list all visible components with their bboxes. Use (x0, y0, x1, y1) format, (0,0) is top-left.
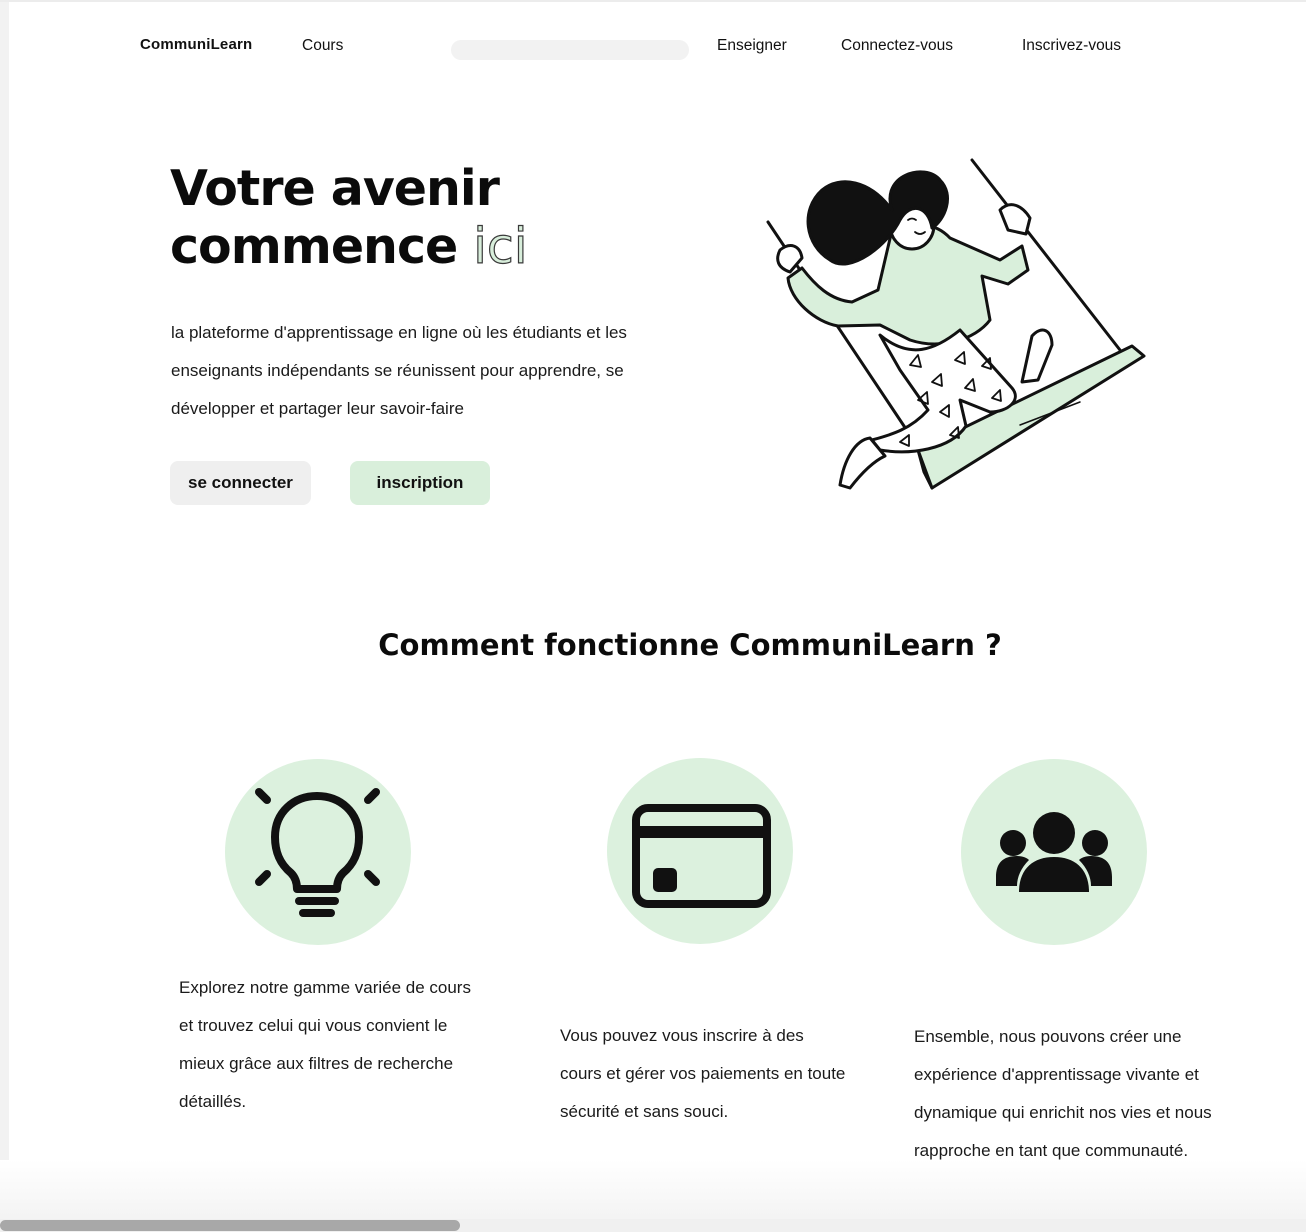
users-group-icon (996, 812, 1112, 892)
hero-title-accent: ici (473, 217, 528, 275)
search-input[interactable] (451, 40, 689, 60)
woman-on-swing-illustration (766, 158, 1146, 490)
nav-teach-link[interactable]: Enseigner (717, 37, 787, 55)
nav-courses-link[interactable]: Cours (302, 37, 343, 55)
feature-text-enroll: Vous pouvez vous inscrire à des cours et… (560, 1026, 846, 1121)
hero-description: la plateforme d'apprentissage en ligne o… (171, 323, 627, 418)
horizontal-scrollbar-thumb[interactable] (0, 1220, 460, 1231)
hero-title-line1: Votre avenir (170, 160, 500, 217)
brand-logo[interactable]: CommuniLearn (140, 36, 252, 53)
page-left-edge (0, 0, 9, 1232)
credit-card-icon (632, 804, 771, 908)
feature-icon-circle (225, 759, 411, 945)
hero-title-line2: commence (170, 218, 458, 275)
nav-login-link[interactable]: Connectez-vous (841, 37, 953, 55)
section-title: Comment fonctionne CommuniLearn ? (378, 628, 1002, 662)
page-top-edge (0, 0, 1306, 2)
signup-button[interactable]: inscription (350, 461, 490, 505)
feature-text-explore: Explorez notre gamme variée de cours et … (179, 978, 471, 1111)
hero-title: Votre avenir commence ici (170, 160, 528, 276)
nav-signup-link[interactable]: Inscrivez-vous (1022, 37, 1121, 55)
login-button[interactable]: se connecter (170, 461, 311, 505)
lightbulb-icon (255, 788, 380, 917)
feature-icon-circle (961, 759, 1147, 945)
feature-text-community: Ensemble, nous pouvons créer une expérie… (914, 1027, 1212, 1160)
feature-icon-circle (607, 758, 793, 944)
